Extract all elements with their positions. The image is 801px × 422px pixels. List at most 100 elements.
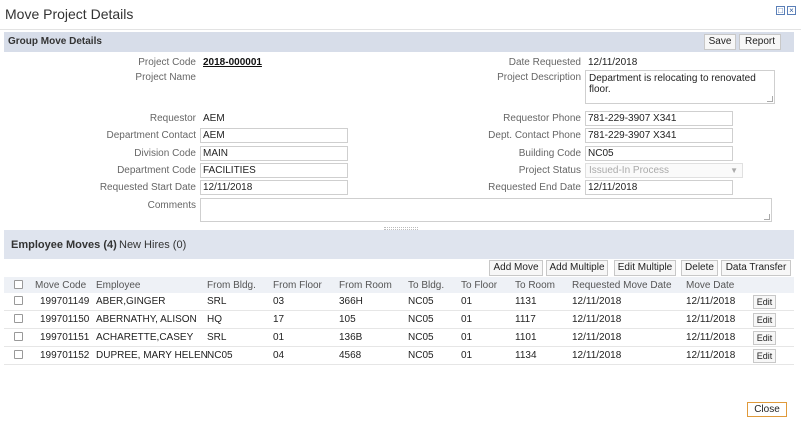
requestor-phone-field[interactable]: 781-229-3907 X341 <box>585 111 733 126</box>
col-from-room[interactable]: From Room <box>339 280 392 291</box>
cell-to-bldg: NC05 <box>408 296 434 307</box>
project-description-textarea[interactable]: Department is relocating to renovated fl… <box>585 70 775 104</box>
requested-end-date-label: Requested End Date <box>488 182 581 193</box>
cell-requested-move-date: 12/11/2018 <box>572 350 622 361</box>
col-from-floor[interactable]: From Floor <box>273 280 322 291</box>
cell-move-code: 199701152 <box>40 350 90 361</box>
department-code-field[interactable]: FACILITIES <box>200 163 348 178</box>
cell-to-room: 1117 <box>515 314 536 325</box>
project-status-value: Issued-In Process <box>589 165 670 176</box>
cell-move-code: 199701149 <box>40 296 90 307</box>
tab-bar: Employee Moves (4) New Hires (0) <box>4 230 794 259</box>
col-move-code[interactable]: Move Code <box>35 280 86 291</box>
close-button[interactable]: Close <box>747 402 787 417</box>
cell-requested-move-date: 12/11/2018 <box>572 332 622 343</box>
requested-start-date-label: Requested Start Date <box>99 182 196 193</box>
cell-from-floor: 17 <box>273 314 285 325</box>
close-icon[interactable]: × <box>787 6 796 15</box>
cell-from-room: 105 <box>339 314 356 325</box>
department-contact-field[interactable]: AEM <box>200 128 348 143</box>
cell-to-bldg: NC05 <box>408 332 434 343</box>
window-title: Move Project Details <box>5 6 134 22</box>
cell-from-room: 366H <box>339 296 363 307</box>
row-checkbox[interactable] <box>14 314 23 323</box>
window-titlebar: Move Project Details <box>0 0 801 30</box>
cell-from-bldg: NC05 <box>207 350 233 361</box>
col-to-floor[interactable]: To Floor <box>461 280 497 291</box>
cell-from-room: 136B <box>339 332 363 343</box>
maximize-icon[interactable]: □ <box>776 6 785 15</box>
cell-to-floor: 01 <box>461 350 473 361</box>
cell-to-room: 1131 <box>515 296 537 307</box>
cell-requested-move-date: 12/11/2018 <box>572 314 622 325</box>
cell-to-room: 1134 <box>515 350 537 361</box>
project-code-label: Project Code <box>138 57 196 68</box>
col-to-room[interactable]: To Room <box>515 280 555 291</box>
project-status-label: Project Status <box>518 165 581 176</box>
requested-start-date-field[interactable]: 12/11/2018 <box>200 180 348 195</box>
cell-to-floor: 01 <box>461 296 473 307</box>
cell-from-bldg: HQ <box>207 314 222 325</box>
report-button[interactable]: Report <box>739 34 781 50</box>
edit-row-button[interactable]: Edit <box>753 295 776 309</box>
building-code-field[interactable]: NC05 <box>585 146 733 161</box>
cell-to-room: 1101 <box>515 332 537 343</box>
delete-button[interactable]: Delete <box>681 260 718 276</box>
requestor-label: Requestor <box>149 113 196 124</box>
group-title: Group Move Details <box>8 36 102 47</box>
tab-new-hires[interactable]: New Hires (0) <box>119 239 186 251</box>
edit-row-button[interactable]: Edit <box>753 349 776 363</box>
tab-employee-moves[interactable]: Employee Moves (4) <box>11 239 117 251</box>
cell-move-code: 199701150 <box>40 314 90 325</box>
row-checkbox[interactable] <box>14 350 23 359</box>
cell-move-date: 12/11/2018 <box>686 350 736 361</box>
data-transfer-button[interactable]: Data Transfer <box>721 260 791 276</box>
dept-contact-phone-field[interactable]: 781-229-3907 X341 <box>585 128 733 143</box>
project-code-link[interactable]: 2018-000001 <box>203 57 262 68</box>
col-employee[interactable]: Employee <box>96 280 140 291</box>
cell-move-code: 199701151 <box>40 332 90 343</box>
cell-employee: ABER,GINGER <box>96 296 166 307</box>
cell-to-floor: 01 <box>461 332 473 343</box>
col-requested-move-date[interactable]: Requested Move Date <box>572 280 672 291</box>
cell-from-bldg: SRL <box>207 332 227 343</box>
project-name-label: Project Name <box>135 72 196 83</box>
cell-employee: DUPREE, MARY HELEN <box>96 350 208 361</box>
row-checkbox[interactable] <box>14 332 23 341</box>
cell-move-date: 12/11/2018 <box>686 314 736 325</box>
cell-requested-move-date: 12/11/2018 <box>572 296 622 307</box>
cell-from-floor: 01 <box>273 332 285 343</box>
comments-resize-handle[interactable] <box>764 214 770 220</box>
add-multiple-button[interactable]: Add Multiple <box>546 260 608 276</box>
select-all-checkbox[interactable] <box>14 280 23 289</box>
date-requested-value: 12/11/2018 <box>588 57 638 68</box>
comments-textarea[interactable] <box>200 198 772 222</box>
cell-move-date: 12/11/2018 <box>686 296 736 307</box>
chevron-down-icon: ▼ <box>730 166 738 175</box>
col-move-date[interactable]: Move Date <box>686 280 734 291</box>
add-move-button[interactable]: Add Move <box>489 260 543 276</box>
row-checkbox[interactable] <box>14 296 23 305</box>
date-requested-label: Date Requested <box>508 57 581 68</box>
cell-from-floor: 04 <box>273 350 285 361</box>
department-contact-label: Department Contact <box>106 130 197 141</box>
cell-move-date: 12/11/2018 <box>686 332 736 343</box>
save-button[interactable]: Save <box>704 34 736 50</box>
project-description-resize-handle[interactable] <box>767 96 773 102</box>
dept-contact-phone-label: Dept. Contact Phone <box>488 130 581 141</box>
col-to-bldg[interactable]: To Bldg. <box>408 280 444 291</box>
requested-end-date-field[interactable]: 12/11/2018 <box>585 180 733 195</box>
edit-row-button[interactable]: Edit <box>753 313 776 327</box>
edit-row-button[interactable]: Edit <box>753 331 776 345</box>
department-code-label: Department Code <box>117 165 196 176</box>
cell-from-floor: 03 <box>273 296 285 307</box>
requestor-value: AEM <box>203 113 225 124</box>
division-code-label: Division Code <box>134 148 196 159</box>
division-code-field[interactable]: MAIN <box>200 146 348 161</box>
col-from-bldg[interactable]: From Bldg. <box>207 280 256 291</box>
cell-to-bldg: NC05 <box>408 314 434 325</box>
edit-multiple-button[interactable]: Edit Multiple <box>614 260 676 276</box>
group-move-details-header: Group Move Details <box>4 32 794 52</box>
project-status-select[interactable]: Issued-In Process ▼ <box>585 163 743 178</box>
cell-to-bldg: NC05 <box>408 350 434 361</box>
